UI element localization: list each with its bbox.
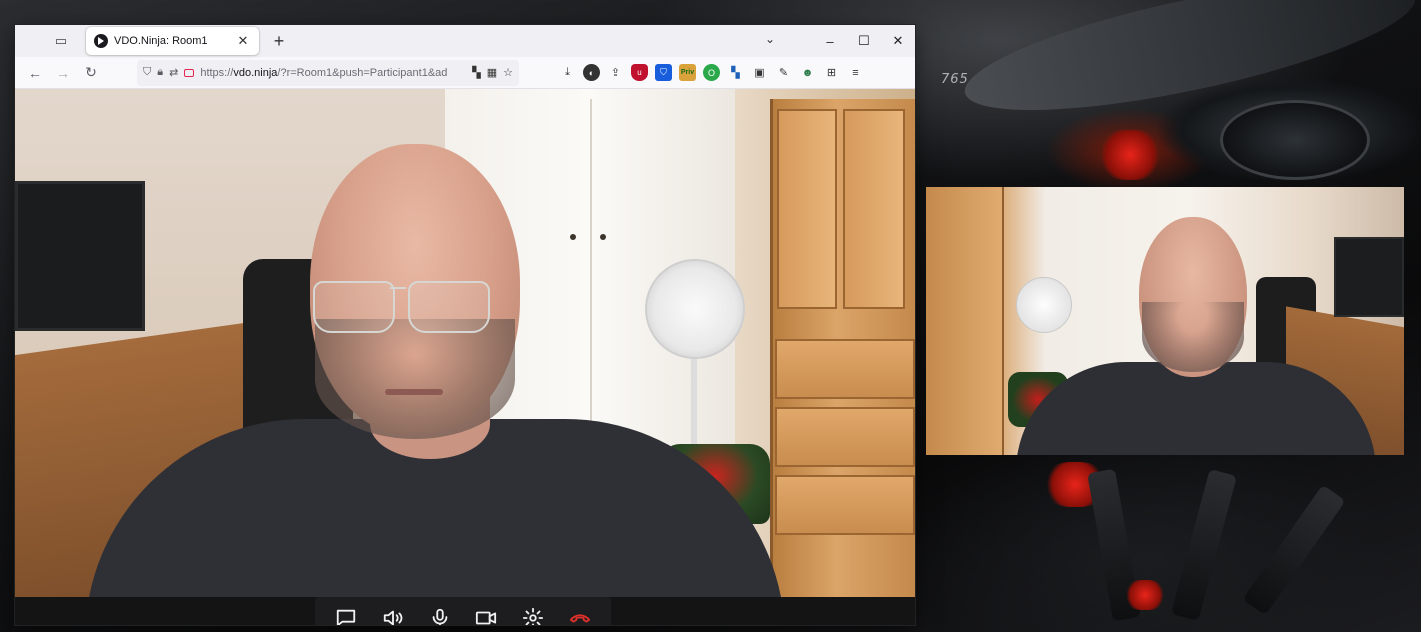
closet-knob [570,234,576,240]
maximize-button[interactable]: ☐ [847,33,881,49]
camera-icon [476,611,497,625]
close-window-button[interactable]: ✕ [881,33,915,49]
menu-hamburger-icon[interactable]: ≡ [847,64,864,81]
tab-close-icon[interactable]: ✕ [235,33,251,49]
gear-icon [522,607,544,625]
wallpaper-wheel-spoke-2 [1171,468,1237,622]
video-fan [645,259,745,359]
minimize-button[interactable]: – [813,34,847,49]
hangup-button[interactable] [563,601,597,625]
armoire-drawer [775,407,915,467]
tab-title: VDO.Ninja: Room1 [114,35,208,47]
downloads-icon[interactable]: ⤓ [559,64,576,81]
camera-button[interactable] [469,601,503,625]
armoire-door [843,109,905,309]
bitwarden-icon[interactable]: ⛉ [655,64,672,81]
toolbar-extensions: ⤓ ◐ ⇪ u ⛉ Priv O ▚ ▣ ✎ ☻ ⊞ ≡ [559,64,864,81]
glasses-right-lens [408,281,490,333]
call-control-bar [315,597,611,625]
video-monitor [15,181,145,331]
pip-monitor [1334,237,1404,317]
browser-window: ▭ VDO.Ninja: Room1 ✕ + ⌄ – ☐ ✕ ← → ↻ ⛉ 🔒… [15,25,915,625]
closet-knob [600,234,606,240]
green-circle-extension-icon[interactable]: O [703,64,720,81]
window-controls: – ☐ ✕ [813,25,915,57]
armoire-drawer [775,475,915,535]
lock-icon[interactable]: 🔒︎ [157,66,163,79]
participant-beard [315,319,515,439]
wallpaper-mirror [1220,100,1370,180]
microphone-button[interactable] [423,601,457,625]
tab-vdo-ninja[interactable]: VDO.Ninja: Room1 ✕ [86,27,259,55]
speaker-button[interactable] [376,601,410,625]
url-bar[interactable]: ⛉ 🔒︎ ⇄ https://vdo.ninja/?r=Room1&push=P… [137,59,519,86]
url-text[interactable]: https://vdo.ninja/?r=Room1&push=Particip… [200,67,466,79]
tracking-protection-shield-icon[interactable]: ⛉ [143,66,151,79]
forward-arrow-icon[interactable]: → [51,61,75,85]
extension-dark-circle-icon[interactable]: ◐ [583,64,600,81]
tab-bar: ▭ VDO.Ninja: Room1 ✕ + ⌄ – ☐ ✕ [15,25,915,57]
tab-overflow-chevron-icon[interactable]: ⌄ [765,32,775,46]
bookmark-star-icon[interactable]: ☆ [503,66,513,79]
microphone-icon [432,608,447,625]
vdo-ninja-page [15,89,915,625]
video-closet-seam [590,99,592,459]
list-all-tabs-icon[interactable]: ▭ [48,28,74,54]
pip-participant-beard [1142,302,1244,372]
hangup-icon [569,614,590,623]
wallpaper-car-badge: 765 [941,72,969,87]
pip-armoire [926,187,1004,455]
vdo-ninja-favicon-icon [94,34,108,48]
privacy-badger-icon[interactable]: Priv [679,64,696,81]
monster-extension-icon[interactable]: ☻ [799,64,816,81]
chat-icon [337,609,356,625]
main-video-feed[interactable] [15,89,915,597]
container-extension-icon[interactable]: ▣ [751,64,768,81]
secondary-video-feed[interactable] [926,187,1404,455]
wallpaper-red-light [1100,130,1160,180]
wallpaper-brake-caliper [1125,580,1165,610]
speaker-icon [383,610,403,625]
ublock-origin-icon[interactable]: u [631,64,648,81]
armoire-drawer [775,339,915,399]
chat-button[interactable] [329,601,363,625]
pip-fan [1016,277,1072,333]
settings-button[interactable] [516,601,550,625]
wallpaper-wheel-spoke-3 [1242,484,1346,616]
new-tab-button[interactable]: + [267,31,291,52]
glasses-left-lens [313,281,395,333]
feather-extension-icon[interactable]: ✎ [775,64,792,81]
extensions-puzzle-icon[interactable]: ⊞ [823,64,840,81]
navigation-bar: ← → ↻ ⛉ 🔒︎ ⇄ https://vdo.ninja/?r=Room1&… [15,57,915,89]
qr-code-icon[interactable]: ▦ [487,66,497,79]
translate-icon[interactable]: ▚ [472,66,480,79]
permissions-icon[interactable]: ⇄ [169,66,178,79]
url-scheme: https:// [200,66,234,79]
participant-mouth [385,389,443,395]
back-arrow-icon[interactable]: ← [23,61,47,85]
camera-sharing-indicator-icon[interactable] [184,68,195,77]
reload-icon[interactable]: ↻ [79,61,103,85]
url-host: vdo.ninja [233,66,278,79]
armoire-door [777,109,837,309]
share-icon[interactable]: ⇪ [607,64,624,81]
url-path: /?r=Room1&push=Participant1&ad [277,66,448,79]
translate-extension-icon[interactable]: ▚ [727,64,744,81]
glasses-bridge [390,287,406,289]
